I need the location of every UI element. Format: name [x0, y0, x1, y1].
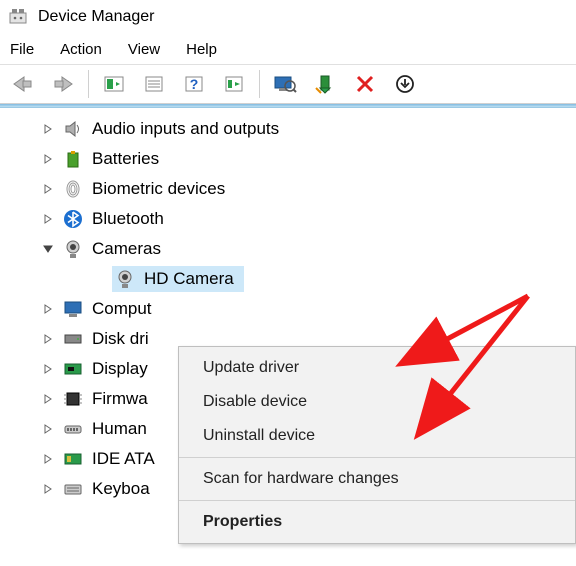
cm-properties[interactable]: Properties	[179, 505, 575, 539]
toolbar-divider	[259, 70, 260, 98]
menubar: File Action View Help	[0, 34, 576, 64]
chevron-right-icon[interactable]	[40, 391, 56, 407]
update-driver-button[interactable]	[308, 69, 342, 99]
tree-label: Keyboa	[92, 479, 154, 499]
toolbar-divider	[88, 70, 89, 98]
keyboard-icon	[62, 478, 84, 500]
tree-label: Human	[92, 419, 151, 439]
chevron-right-icon[interactable]	[40, 421, 56, 437]
chevron-right-icon[interactable]	[40, 451, 56, 467]
cm-separator	[179, 457, 575, 458]
device-manager-icon	[8, 7, 28, 27]
menu-view[interactable]: View	[128, 41, 160, 58]
chevron-right-icon[interactable]	[40, 211, 56, 227]
battery-icon	[62, 148, 84, 170]
forward-button[interactable]	[46, 69, 80, 99]
speaker-icon	[62, 118, 84, 140]
tree-item-cameras[interactable]: Cameras	[0, 234, 576, 264]
fingerprint-icon	[62, 178, 84, 200]
tree-label: Batteries	[92, 149, 163, 169]
chevron-right-icon[interactable]	[40, 301, 56, 317]
chevron-right-icon[interactable]	[40, 481, 56, 497]
tree-item-biometric[interactable]: Biometric devices	[0, 174, 576, 204]
titlebar: Device Manager	[0, 0, 576, 34]
tree-label: Firmwa	[92, 389, 152, 409]
tree-label: IDE ATA	[92, 449, 159, 469]
cm-uninstall-device[interactable]: Uninstall device	[179, 419, 575, 453]
toolbar: ?	[0, 64, 576, 104]
tree-label: HD Camera	[144, 269, 238, 289]
context-menu: Update driver Disable device Uninstall d…	[178, 346, 576, 544]
chevron-down-icon[interactable]	[40, 241, 56, 257]
show-hide-tree-button[interactable]	[97, 69, 131, 99]
tree-item-computers[interactable]: Comput	[0, 294, 576, 324]
help-button[interactable]: ?	[177, 69, 211, 99]
back-button[interactable]	[6, 69, 40, 99]
tree-item-audio[interactable]: Audio inputs and outputs	[0, 114, 576, 144]
window-title: Device Manager	[38, 8, 155, 26]
disk-icon	[62, 328, 84, 350]
disable-button[interactable]	[348, 69, 382, 99]
ide-icon	[62, 448, 84, 470]
scan-button[interactable]	[268, 69, 302, 99]
svg-text:?: ?	[190, 76, 199, 92]
tree-label: Bluetooth	[92, 209, 168, 229]
hid-icon	[62, 418, 84, 440]
camera-icon	[114, 268, 136, 290]
camera-icon	[62, 238, 84, 260]
cm-update-driver[interactable]: Update driver	[179, 351, 575, 385]
display-adapter-icon	[62, 358, 84, 380]
monitor-icon	[62, 298, 84, 320]
tree-item-bluetooth[interactable]: Bluetooth	[0, 204, 576, 234]
firmware-icon	[62, 388, 84, 410]
bluetooth-icon	[62, 208, 84, 230]
tree-label: Disk dri	[92, 329, 153, 349]
tree-item-hd-camera[interactable]: HD Camera	[0, 264, 576, 294]
cm-scan-hardware[interactable]: Scan for hardware changes	[179, 462, 575, 496]
tree-label: Audio inputs and outputs	[92, 119, 283, 139]
chevron-right-icon[interactable]	[40, 361, 56, 377]
menu-action[interactable]: Action	[60, 41, 102, 58]
cm-separator	[179, 500, 575, 501]
tree-label: Comput	[92, 299, 156, 319]
tree-label: Biometric devices	[92, 179, 229, 199]
menu-file[interactable]: File	[10, 41, 34, 58]
chevron-right-icon[interactable]	[40, 121, 56, 137]
tree-item-batteries[interactable]: Batteries	[0, 144, 576, 174]
tree-label: Cameras	[92, 239, 165, 259]
properties-button[interactable]	[137, 69, 171, 99]
uninstall-button[interactable]	[388, 69, 422, 99]
chevron-right-icon[interactable]	[40, 331, 56, 347]
chevron-right-icon[interactable]	[40, 151, 56, 167]
chevron-right-icon[interactable]	[40, 181, 56, 197]
tree-label: Display	[92, 359, 152, 379]
cm-disable-device[interactable]: Disable device	[179, 385, 575, 419]
details-button[interactable]	[217, 69, 251, 99]
menu-help[interactable]: Help	[186, 41, 217, 58]
